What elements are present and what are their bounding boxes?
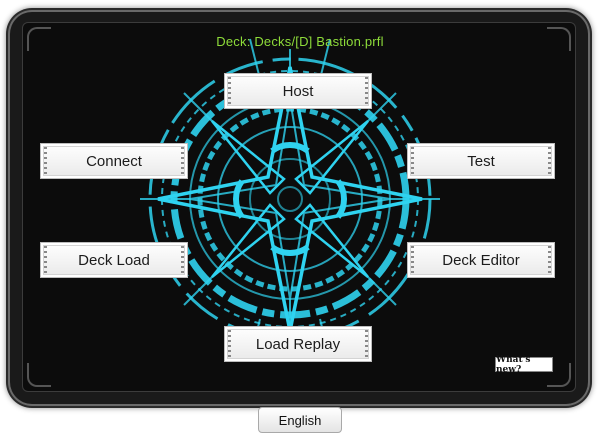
deck-label: Deck: Decks/[D] Bastion.prfl [216,34,384,49]
language-button[interactable]: English [258,407,342,433]
frame-ornament-bottom-left [27,363,51,387]
connect-button[interactable]: Connect [40,143,188,179]
host-button[interactable]: Host [224,73,372,109]
deck-load-button[interactable]: Deck Load [40,242,188,278]
deck-editor-button[interactable]: Deck Editor [407,242,555,278]
whats-new-button[interactable]: What's new? [495,355,553,375]
load-replay-button[interactable]: Load Replay [224,326,372,362]
test-button[interactable]: Test [407,143,555,179]
